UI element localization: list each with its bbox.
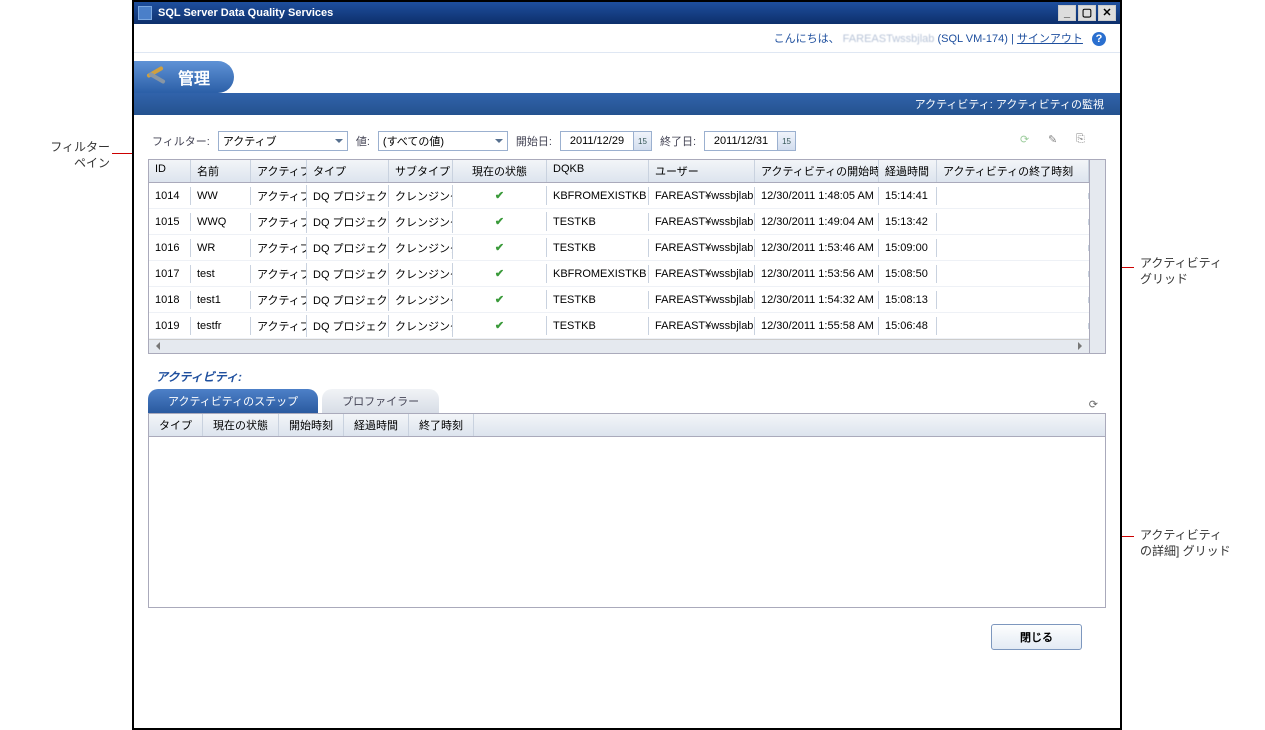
signout-link[interactable]: サインアウト xyxy=(1017,33,1083,45)
minimize-button[interactable]: _ xyxy=(1058,5,1076,21)
maximize-button[interactable]: ▢ xyxy=(1078,5,1096,21)
table-row[interactable]: 1015WWQアクティブDQ プロジェクトクレンジング✔TESTKBFAREAS… xyxy=(149,209,1089,235)
breadcrumb: アクティビティ: アクティビティの監視 xyxy=(915,99,1104,111)
server-name: (SQL VM-174) xyxy=(937,33,1008,45)
value-label: 値: xyxy=(356,133,370,149)
filter-pane: フィルター: アクティブ 値: (すべての値) 開始日: 15 終了日: 15 … xyxy=(148,125,1106,159)
check-icon: ✔ xyxy=(495,268,504,280)
detail-grid-body xyxy=(149,437,1105,607)
col-status[interactable]: 現在の状態 xyxy=(453,160,547,182)
annotation-filter-pane: フィルター ペイン xyxy=(40,140,110,171)
check-icon: ✔ xyxy=(495,190,504,202)
filter-value-select[interactable]: (すべての値) xyxy=(378,131,508,151)
check-icon: ✔ xyxy=(495,216,504,228)
table-row[interactable]: 1019testfrアクティブDQ プロジェクトクレンジング✔TESTKBFAR… xyxy=(149,313,1089,339)
col-elapsed[interactable]: 経過時間 xyxy=(879,160,937,182)
close-button[interactable]: 閉じる xyxy=(991,624,1082,650)
col-subtype[interactable]: サブタイプ xyxy=(389,160,453,182)
app-window: SQL Server Data Quality Services _ ▢ ✕ こ… xyxy=(132,0,1122,730)
start-date-label: 開始日: xyxy=(516,133,552,149)
detail-grid-header: タイプ 現在の状態 開始時刻 経過時間 終了時刻 xyxy=(149,414,1105,437)
top-status-line: こんにちは、 FAREASTwssbjlab (SQL VM-174) | サイ… xyxy=(134,24,1120,53)
table-row[interactable]: 1017testアクティブDQ プロジェクトクレンジング✔KBFROMEXIST… xyxy=(149,261,1089,287)
dcol-end[interactable]: 終了時刻 xyxy=(409,414,474,436)
detail-reload-icon[interactable]: ⟳ xyxy=(1081,396,1106,413)
app-icon xyxy=(138,6,152,20)
current-user-blurred: FAREASTwssbjlab xyxy=(843,33,935,45)
col-id[interactable]: ID xyxy=(149,160,191,182)
close-window-button[interactable]: ✕ xyxy=(1098,5,1116,21)
help-icon[interactable]: ? xyxy=(1092,32,1106,46)
col-dqkb[interactable]: DQKB xyxy=(547,160,649,182)
tab-activity-steps[interactable]: アクティビティのステップ xyxy=(148,389,318,413)
end-date-label: 終了日: xyxy=(660,133,696,149)
check-icon: ✔ xyxy=(495,320,504,332)
calendar-icon[interactable]: 15 xyxy=(777,132,795,150)
dcol-type[interactable]: タイプ xyxy=(149,414,203,436)
col-user[interactable]: ユーザー xyxy=(649,160,755,182)
tab-profiler[interactable]: プロファイラー xyxy=(322,389,439,413)
horizontal-scrollbar[interactable] xyxy=(149,339,1089,353)
erase-icon[interactable]: ✎ xyxy=(1048,133,1064,149)
export-icon[interactable]: ⎘ xyxy=(1076,133,1092,149)
header-band: 管理 アクティビティ: アクティビティの監視 xyxy=(134,61,1120,115)
col-name[interactable]: 名前 xyxy=(191,160,251,182)
detail-tabs: アクティビティのステップ プロファイラー ⟳ xyxy=(148,389,1106,413)
titlebar: SQL Server Data Quality Services _ ▢ ✕ xyxy=(134,2,1120,24)
activity-grid: ID 名前 アクティブ タイプ サブタイプ 現在の状態 DQKB ユーザー アク… xyxy=(148,159,1106,354)
activity-detail-grid: タイプ 現在の状態 開始時刻 経過時間 終了時刻 xyxy=(148,413,1106,608)
dcol-start[interactable]: 開始時刻 xyxy=(279,414,344,436)
filter-label: フィルター: xyxy=(152,133,210,149)
col-active[interactable]: アクティブ xyxy=(251,160,307,182)
start-date-input[interactable] xyxy=(561,132,633,150)
greeting-text: こんにちは、 xyxy=(774,33,840,45)
tools-icon xyxy=(144,64,170,90)
col-start[interactable]: アクティビティの開始時刻 xyxy=(755,160,879,182)
col-end[interactable]: アクティビティの終了時刻 xyxy=(937,160,1089,182)
filter-field-select[interactable]: アクティブ xyxy=(218,131,348,151)
table-row[interactable]: 1016WRアクティブDQ プロジェクトクレンジング✔TESTKBFAREAST… xyxy=(149,235,1089,261)
activity-grid-header: ID 名前 アクティブ タイプ サブタイプ 現在の状態 DQKB ユーザー アク… xyxy=(149,160,1089,183)
start-date-picker[interactable]: 15 xyxy=(560,131,652,151)
vertical-scrollbar[interactable] xyxy=(1089,160,1105,353)
activity-detail-title: アクティビティ: xyxy=(148,354,1106,389)
end-date-picker[interactable]: 15 xyxy=(704,131,796,151)
breadcrumb-bar: アクティビティ: アクティビティの監視 xyxy=(134,93,1120,115)
window-title: SQL Server Data Quality Services xyxy=(158,7,333,19)
page-title-tab: 管理 xyxy=(134,61,234,93)
check-icon: ✔ xyxy=(495,294,504,306)
refresh-icon[interactable]: ⟳ xyxy=(1020,133,1036,149)
page-title: 管理 xyxy=(178,65,210,89)
annotation-activity-grid: アクティビティ グリッド xyxy=(1140,256,1222,287)
dcol-elapsed[interactable]: 経過時間 xyxy=(344,414,409,436)
check-icon: ✔ xyxy=(495,242,504,254)
dcol-status[interactable]: 現在の状態 xyxy=(203,414,279,436)
calendar-icon[interactable]: 15 xyxy=(633,132,651,150)
end-date-input[interactable] xyxy=(705,132,777,150)
annotation-activity-detail-grid: アクティビティ の詳細] グリッド xyxy=(1140,528,1231,559)
table-row[interactable]: 1014WWアクティブDQ プロジェクトクレンジング✔KBFROMEXISTKB… xyxy=(149,183,1089,209)
table-row[interactable]: 1018test1アクティブDQ プロジェクトクレンジング✔TESTKBFARE… xyxy=(149,287,1089,313)
col-type[interactable]: タイプ xyxy=(307,160,389,182)
activity-grid-body: 1014WWアクティブDQ プロジェクトクレンジング✔KBFROMEXISTKB… xyxy=(149,183,1089,339)
